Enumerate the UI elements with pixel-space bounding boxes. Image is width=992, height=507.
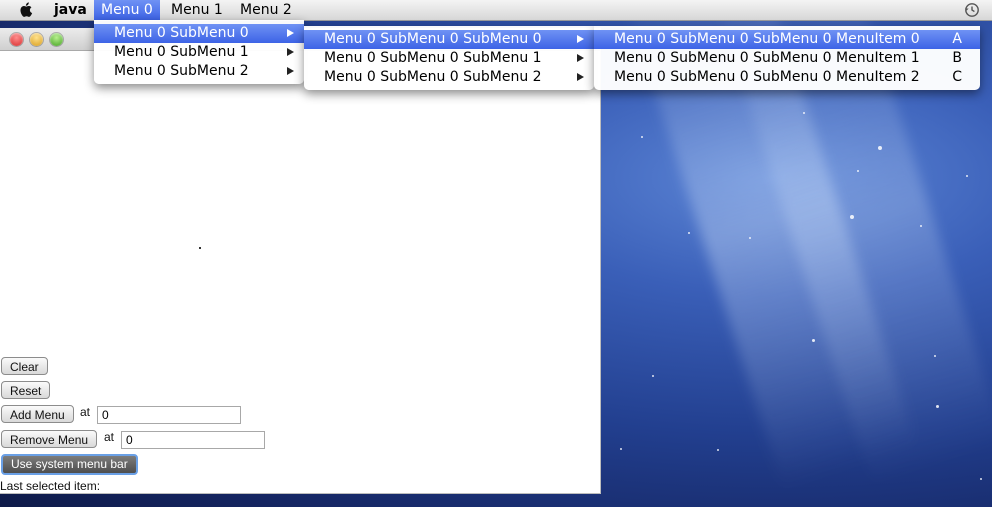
- star: [857, 170, 859, 172]
- remove-menu-index-field[interactable]: 0: [121, 431, 265, 449]
- menu-item-shortcut: C: [952, 69, 962, 85]
- menubar-menu-1[interactable]: Menu 1: [164, 0, 230, 20]
- submenu-arrow-icon: [287, 29, 294, 37]
- apple-logo-icon[interactable]: [18, 1, 35, 18]
- submenu-arrow-icon: [287, 48, 294, 56]
- submenu-arrow-icon: [577, 73, 584, 81]
- menu-item-2[interactable]: Menu 0 SubMenu 0 SubMenu 0 MenuItem 2 C: [594, 68, 980, 87]
- menu-item-label: Menu 0 SubMenu 0 SubMenu 0 MenuItem 1: [614, 50, 920, 66]
- star: [850, 215, 854, 219]
- use-system-menu-bar-button[interactable]: Use system menu bar: [1, 454, 138, 475]
- submenu-0-0-dropdown: Menu 0 SubMenu 0 SubMenu 0 MenuItem 0 A …: [594, 26, 980, 90]
- star: [878, 146, 882, 150]
- add-menu-at-label: at: [80, 405, 91, 419]
- menu-item-1[interactable]: Menu 0 SubMenu 0 SubMenu 0 MenuItem 1 B: [594, 49, 980, 68]
- menu-item-label: Menu 0 SubMenu 0 SubMenu 2: [324, 69, 542, 85]
- zoom-window-button[interactable]: [50, 33, 63, 46]
- menu-item-label: Menu 0 SubMenu 0: [114, 25, 249, 41]
- submenu-0-dropdown: Menu 0 SubMenu 0 SubMenu 0 Menu 0 SubMen…: [304, 26, 594, 90]
- system-menu-bar: java Menu 0 Menu 1 Menu 2: [0, 0, 992, 21]
- menu-item-submenu-2[interactable]: Menu 0 SubMenu 2: [94, 62, 304, 81]
- last-selected-item-label: Last selected item:: [0, 479, 101, 493]
- menubar-app-name[interactable]: java: [47, 0, 94, 20]
- menu-item-label: Menu 0 SubMenu 0 SubMenu 0: [324, 31, 542, 47]
- star: [620, 448, 622, 450]
- menu-item-shortcut: B: [952, 50, 962, 66]
- menu-item-label: Menu 0 SubMenu 0 SubMenu 0 MenuItem 0: [614, 31, 920, 47]
- menu-0-dropdown: Menu 0 SubMenu 0 Menu 0 SubMenu 1 Menu 0…: [94, 20, 304, 84]
- star: [980, 478, 982, 480]
- menu-item-label: Menu 0 SubMenu 0 SubMenu 0 MenuItem 2: [614, 69, 920, 85]
- menu-item-label: Menu 0 SubMenu 1: [114, 44, 249, 60]
- menu-item-label: Menu 0 SubMenu 2: [114, 63, 249, 79]
- remove-menu-button[interactable]: Remove Menu: [1, 430, 98, 448]
- star: [812, 339, 815, 342]
- menubar-menu-0[interactable]: Menu 0: [94, 0, 160, 20]
- menu-item-0[interactable]: Menu 0 SubMenu 0 SubMenu 0 MenuItem 0 A: [594, 30, 980, 49]
- star: [641, 136, 643, 138]
- close-window-button[interactable]: [10, 33, 23, 46]
- submenu-arrow-icon: [287, 67, 294, 75]
- star: [688, 232, 690, 234]
- star: [936, 405, 939, 408]
- remove-menu-at-label: at: [104, 430, 115, 444]
- clear-button[interactable]: Clear: [1, 357, 48, 375]
- menu-item-submenu-0-submenu-0[interactable]: Menu 0 SubMenu 0 SubMenu 0: [304, 30, 594, 49]
- add-menu-button[interactable]: Add Menu: [1, 405, 74, 423]
- reset-button[interactable]: Reset: [1, 381, 51, 399]
- star: [717, 449, 719, 451]
- star: [803, 112, 805, 114]
- menubar-menu-2[interactable]: Menu 2: [233, 0, 299, 20]
- time-machine-icon[interactable]: [964, 2, 980, 18]
- menu-item-shortcut: A: [952, 31, 962, 47]
- menu-item-submenu-0[interactable]: Menu 0 SubMenu 0: [94, 24, 304, 43]
- add-menu-index-field[interactable]: 0: [97, 406, 241, 424]
- submenu-arrow-icon: [577, 35, 584, 43]
- star: [934, 355, 936, 357]
- app-window: Clear Reset Add Menu at 0 Remove Menu at…: [0, 28, 601, 494]
- star: [920, 225, 922, 227]
- menu-item-submenu-1[interactable]: Menu 0 SubMenu 1: [94, 43, 304, 62]
- canvas-dot: [199, 247, 201, 249]
- minimize-window-button[interactable]: [30, 33, 43, 46]
- star: [966, 175, 968, 177]
- star: [749, 237, 751, 239]
- star: [652, 375, 654, 377]
- menu-item-submenu-0-submenu-2[interactable]: Menu 0 SubMenu 0 SubMenu 2: [304, 68, 594, 87]
- menu-item-label: Menu 0 SubMenu 0 SubMenu 1: [324, 50, 542, 66]
- menu-item-submenu-0-submenu-1[interactable]: Menu 0 SubMenu 0 SubMenu 1: [304, 49, 594, 68]
- submenu-arrow-icon: [577, 54, 584, 62]
